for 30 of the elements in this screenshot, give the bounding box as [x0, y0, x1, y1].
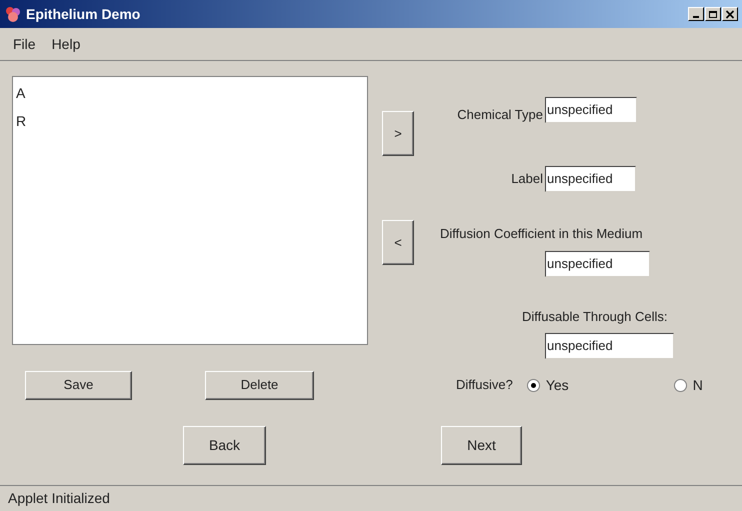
text-field[interactable]: unspecified	[545, 96, 637, 123]
menu-item[interactable]: File	[13, 34, 36, 54]
back-button[interactable]: Back	[183, 426, 266, 464]
field-label: Label	[510, 170, 543, 188]
list-item[interactable]: A	[16, 83, 364, 104]
text-field[interactable]: unspecified	[545, 332, 674, 358]
field-label: Diffusion Coefficient in this Medium	[440, 224, 644, 242]
radio-label: Diffusive?	[456, 376, 513, 394]
menu-item[interactable]: Help	[52, 34, 80, 54]
next-button[interactable]: Next	[441, 426, 522, 464]
field-label: Diffusable Through Cells:	[522, 308, 668, 326]
list-item[interactable]: R	[16, 111, 364, 132]
maximize-icon[interactable]	[705, 7, 721, 21]
arrow-button[interactable]: >	[382, 111, 414, 156]
status-bar: Applet Initialized	[0, 485, 742, 511]
radio-option[interactable]: N	[674, 374, 703, 396]
arrow-button[interactable]: <	[382, 220, 414, 265]
radio-option[interactable]: Yes	[526, 374, 569, 396]
save-button[interactable]: Save	[25, 370, 132, 400]
app-icon	[4, 5, 22, 23]
radio-button[interactable]	[526, 378, 540, 392]
text-field[interactable]: unspecified	[545, 166, 636, 192]
list-box[interactable]: A R	[12, 76, 368, 345]
radio-button[interactable]	[674, 378, 687, 392]
text-field[interactable]: unspecified	[545, 251, 650, 277]
delete-button[interactable]: Delete	[205, 370, 314, 400]
field-label: Chemical Type	[456, 106, 543, 124]
close-icon[interactable]	[722, 7, 738, 21]
window-title: Epithelium Demo	[26, 4, 140, 24]
minimize-icon[interactable]	[688, 7, 704, 21]
